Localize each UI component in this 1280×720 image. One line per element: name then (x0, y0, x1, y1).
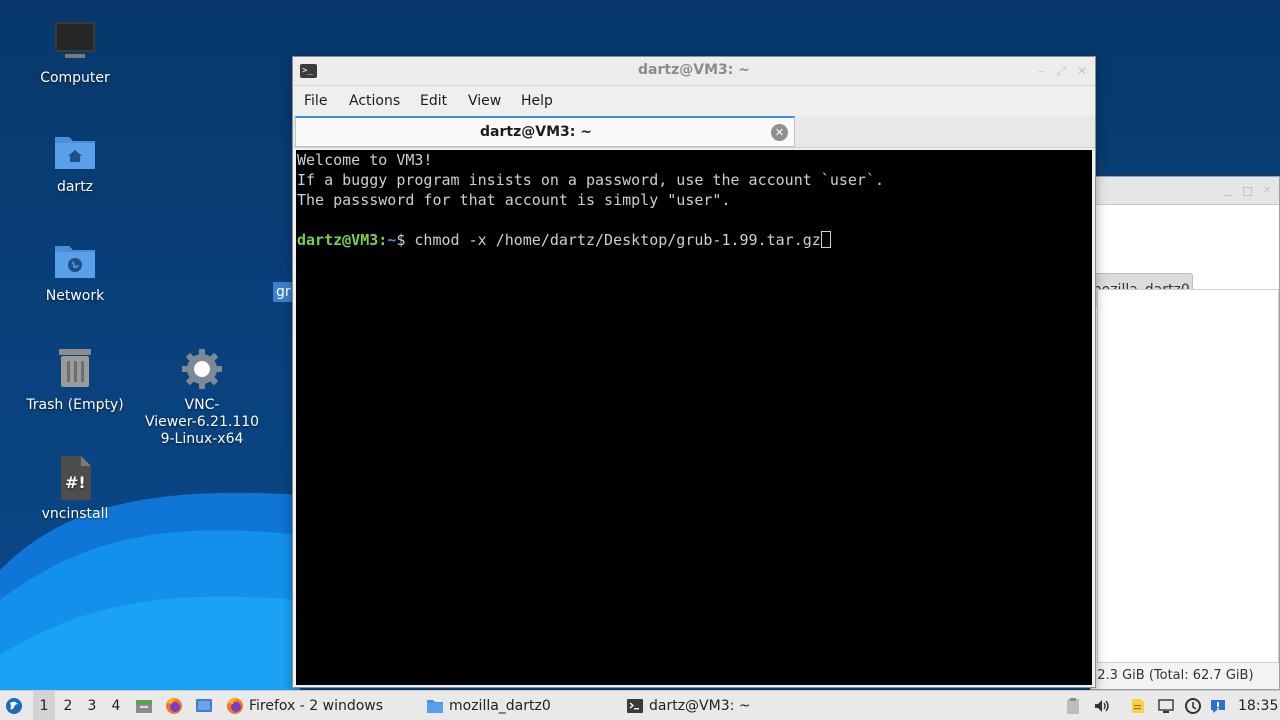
desktop-icon-label-line: 9-Linux-x64 (160, 431, 244, 447)
desktop-icon-label: Network (45, 288, 105, 304)
command-text: chmod -x /home/dartz/Desktop/grub-1.99.t… (414, 231, 821, 249)
maximize-icon[interactable]: ⤢ (1055, 65, 1067, 77)
file-list-area[interactable] (1097, 289, 1279, 663)
file-manager-titlebar[interactable]: ✕ (1091, 177, 1279, 205)
clipboard-icon[interactable] (1064, 697, 1082, 715)
prompt-path: ~ (387, 231, 397, 249)
file-manager-window[interactable]: ✕ mozilla_dartz0 52.3 GiB (Total: 62.7 G… (1090, 176, 1280, 690)
volume-icon[interactable] (1093, 697, 1111, 715)
status-bar: 52.3 GiB (Total: 62.7 GiB) (1091, 668, 1254, 683)
window-title: dartz@VM3: ~ (638, 62, 750, 78)
terminal-titlebar[interactable]: >_ dartz@VM3: ~ – ⤢ ✕ (293, 57, 1095, 86)
trash-icon (51, 345, 99, 393)
desktop-icon-vncinstall[interactable]: #! vncinstall (10, 454, 140, 523)
clock[interactable]: 18:35 (1238, 691, 1278, 720)
prompt-line: dartz@VM3:~$ chmod -x /home/dartz/Deskto… (297, 230, 1092, 250)
prompt-separator: : (378, 231, 388, 249)
terminal-window[interactable]: >_ dartz@VM3: ~ – ⤢ ✕ File Actions Edit … (292, 56, 1096, 688)
tab-terminal[interactable]: dartz@VM3: ~ ✕ (295, 116, 795, 147)
taskbar: 1 2 3 4 Firefox - 2 windows mozilla_dart… (0, 690, 1280, 720)
text-cursor (820, 231, 831, 248)
gear-icon (178, 345, 226, 393)
home-folder-icon (51, 127, 99, 175)
script-file-icon: #! (51, 454, 99, 502)
desktop-icon-trash[interactable]: Trash (Empty) (10, 345, 140, 414)
task-label: Firefox - 2 windows (249, 698, 384, 714)
firefox-icon (227, 698, 243, 714)
desktop-icon-label-line: Viewer-6.21.110 (144, 414, 260, 430)
output-line: Welcome to VM3! (297, 151, 433, 169)
maximize-icon[interactable] (1243, 187, 1252, 196)
task-label: mozilla_dartz0 (449, 698, 551, 714)
folder-icon (427, 700, 443, 713)
task-firefox[interactable]: Firefox - 2 windows (226, 691, 406, 720)
network-icon[interactable] (1157, 697, 1175, 715)
output-line: The passsword for that account is simply… (297, 191, 731, 209)
desktop-launcher-icon[interactable] (195, 697, 213, 715)
network-folder-icon (51, 236, 99, 284)
minimize-icon[interactable] (1223, 187, 1232, 196)
desktop-icon-label: Computer (40, 70, 110, 86)
menu-file[interactable]: File (304, 93, 327, 109)
close-tab-icon[interactable]: ✕ (771, 124, 788, 141)
workspace-3[interactable]: 3 (81, 691, 103, 720)
app-menu-icon[interactable] (5, 697, 23, 715)
tab-label: dartz@VM3: ~ (480, 124, 592, 140)
desktop-icon-network[interactable]: Network (10, 236, 140, 305)
tab-bar: dartz@VM3: ~ ✕ (293, 116, 1095, 148)
menu-actions[interactable]: Actions (349, 93, 400, 109)
workspace-4[interactable]: 4 (105, 691, 127, 720)
output-line: If a buggy program insists on a password… (297, 171, 884, 189)
minimize-icon[interactable]: – (1035, 65, 1047, 77)
task-terminal[interactable]: dartz@VM3: ~ (626, 691, 806, 720)
desktop-icon-label: Trash (Empty) (26, 397, 124, 413)
workspace-1[interactable]: 1 (33, 691, 55, 720)
file-manager-launcher-icon[interactable] (135, 697, 153, 715)
desktop-icon-label-line: VNC- (184, 397, 220, 413)
menu-view[interactable]: View (468, 93, 501, 109)
task-label: dartz@VM3: ~ (649, 698, 751, 714)
menu-edit[interactable]: Edit (420, 93, 447, 109)
close-icon[interactable]: ✕ (1263, 186, 1272, 196)
prompt-symbol: $ (396, 231, 406, 249)
update-icon[interactable] (1184, 697, 1202, 715)
terminal-icon (627, 699, 643, 713)
svg-text:#!: #! (65, 473, 86, 492)
notification-icon[interactable] (1209, 697, 1227, 715)
desktop-icon-label: dartz (56, 179, 94, 195)
menu-help[interactable]: Help (521, 93, 553, 109)
notes-icon[interactable] (1129, 697, 1147, 715)
close-icon[interactable]: ✕ (1076, 65, 1088, 77)
desktop-icon-home[interactable]: dartz (10, 127, 140, 196)
selected-desktop-item[interactable]: gr (273, 282, 293, 302)
workspace-2[interactable]: 2 (57, 691, 79, 720)
desktop-icon-vnc-viewer[interactable]: VNC- Viewer-6.21.110 9-Linux-x64 (137, 345, 267, 448)
desktop-icon-label: vncinstall (41, 506, 109, 522)
prompt-user: dartz@VM3 (297, 231, 379, 249)
firefox-launcher-icon[interactable] (165, 697, 183, 715)
monitor-icon (51, 18, 99, 66)
terminal-output[interactable]: Welcome to VM3! If a buggy program insis… (296, 150, 1092, 685)
menu-bar: File Actions Edit View Help (293, 86, 1095, 116)
task-file-manager[interactable]: mozilla_dartz0 (426, 691, 606, 720)
desktop-icon-computer[interactable]: Computer (10, 18, 140, 87)
